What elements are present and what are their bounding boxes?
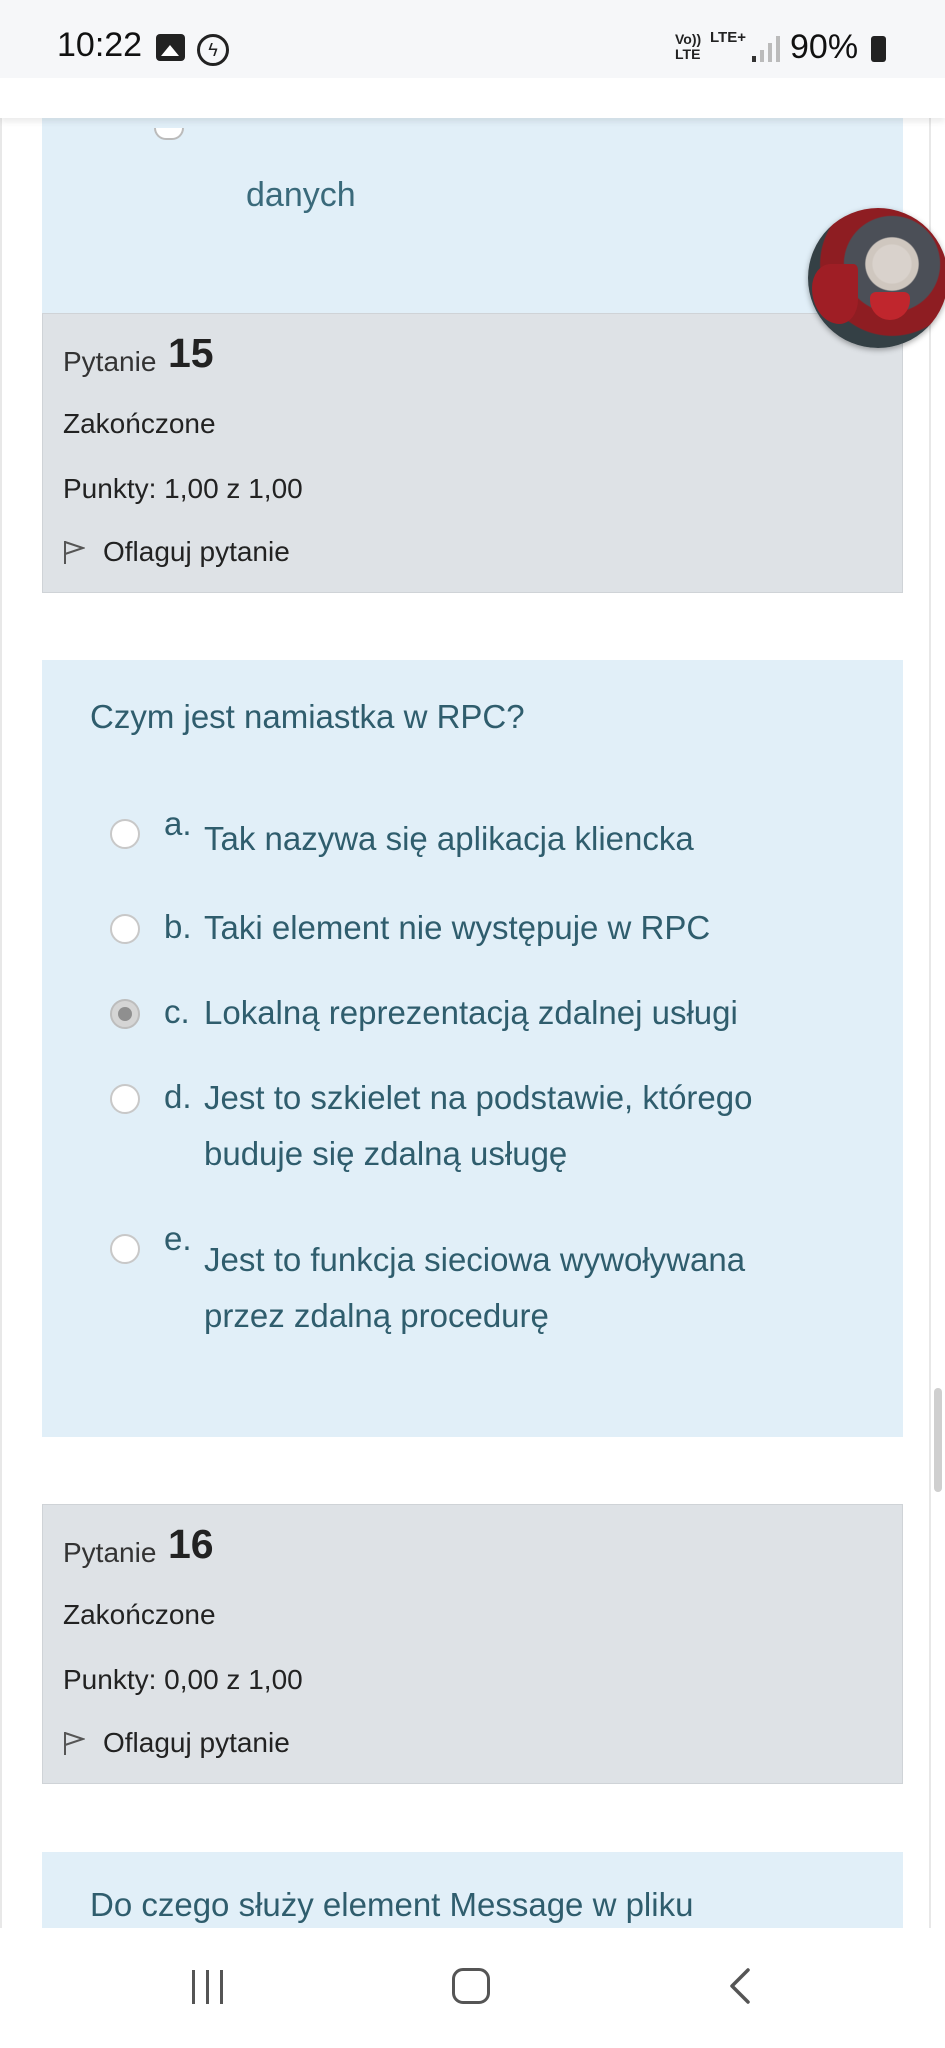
status-bar: 10:22 ϟ Vo)) LTE LTE+ 90% [0, 0, 945, 78]
answer-letter: c. [164, 993, 190, 1030]
flag-icon[interactable] [63, 1730, 85, 1756]
flag-question-link[interactable]: Oflaguj pytanie [103, 536, 290, 568]
question-number: 16 [168, 1521, 214, 1567]
answer-option-c[interactable]: c. Lokalną reprezentacją zdalnej usługi [42, 985, 903, 1045]
question-grade: Punkty: 0,00 z 1,00 [63, 1664, 303, 1695]
flag-icon[interactable] [63, 539, 85, 565]
flag-question-link[interactable]: Oflaguj pytanie [103, 1727, 290, 1759]
radio-button-selected[interactable] [110, 999, 140, 1029]
radio-button[interactable] [110, 1084, 140, 1114]
messenger-icon: ϟ [197, 34, 229, 66]
answer-letter: a. [164, 805, 192, 842]
answer-text-continued: buduje się zdalną usługę [204, 1135, 568, 1172]
navigation-bar [0, 1928, 945, 2048]
status-time: 10:22 [57, 26, 143, 64]
radio-button[interactable] [110, 1234, 140, 1264]
question-text: Do czego służy element Message w pliku [90, 1886, 694, 1923]
radio-button[interactable] [110, 819, 140, 849]
home-icon[interactable] [452, 1968, 490, 2004]
avatar-cape [812, 264, 858, 324]
question-content-15: Czym jest namiastka w RPC? a. Tak nazywa… [42, 660, 903, 1437]
question-label: Pytanie [63, 1537, 157, 1568]
answer-letter: b. [164, 908, 192, 945]
answer-option-e[interactable]: e. Jest to funkcja sieciowa wywoływana p… [42, 1220, 903, 1350]
question-grade: Punkty: 1,00 z 1,00 [63, 473, 303, 504]
network-type: LTE+ [710, 29, 746, 46]
gallery-icon [156, 34, 185, 61]
answer-option-a[interactable]: a. Tak nazywa się aplikacja kliencka [42, 805, 903, 885]
answer-text-continued: przez zdalną procedurę [204, 1297, 549, 1334]
radio-button[interactable] [154, 128, 184, 140]
question-label: Pytanie [63, 346, 157, 377]
answer-letter: e. [164, 1220, 192, 1257]
question-state: Zakończone [63, 408, 216, 439]
answer-text: Tak nazywa się aplikacja kliencka [204, 820, 694, 857]
back-icon[interactable] [722, 1966, 762, 2006]
battery-icon [871, 36, 886, 62]
answer-text: Jest to funkcja sieciowa wywoływana [204, 1241, 746, 1278]
answer-letter: d. [164, 1078, 192, 1115]
answer-option-d[interactable]: d. Jest to szkielet na podstawie, któreg… [42, 1070, 903, 1190]
previous-question-answers: danych [42, 116, 903, 324]
question-number: 15 [168, 330, 214, 376]
quiz-review-content[interactable]: danych Pytanie 15 Zakończone Punkty: 1,0… [0, 78, 945, 1928]
answer-text: Taki element nie występuje w RPC [204, 909, 711, 946]
answer-option-b[interactable]: b. Taki element nie występuje w RPC [42, 900, 903, 960]
avatar-emblem [870, 292, 910, 320]
answer-text: Jest to szkielet na podstawie, którego [204, 1079, 753, 1116]
signal-icon [752, 36, 780, 62]
radio-button[interactable] [110, 914, 140, 944]
question-info-15: Pytanie 15 Zakończone Punkty: 1,00 z 1,0… [42, 313, 903, 593]
answer-text: Lokalną reprezentacją zdalnej usługi [204, 994, 738, 1031]
header-shadow [0, 78, 945, 118]
question-state: Zakończone [63, 1599, 216, 1630]
answer-text: danych [246, 176, 356, 214]
question-text: Czym jest namiastka w RPC? [90, 698, 525, 735]
question-info-16: Pytanie 16 Zakończone Punkty: 0,00 z 1,0… [42, 1504, 903, 1784]
avatar[interactable] [808, 208, 945, 348]
scrollbar[interactable] [934, 1388, 942, 1492]
volte-indicator: Vo)) LTE [675, 31, 702, 62]
question-content-16: Do czego służy element Message w pliku [42, 1852, 903, 1928]
recent-apps-icon[interactable] [190, 1970, 230, 2004]
battery-percent: 90% [790, 28, 859, 66]
